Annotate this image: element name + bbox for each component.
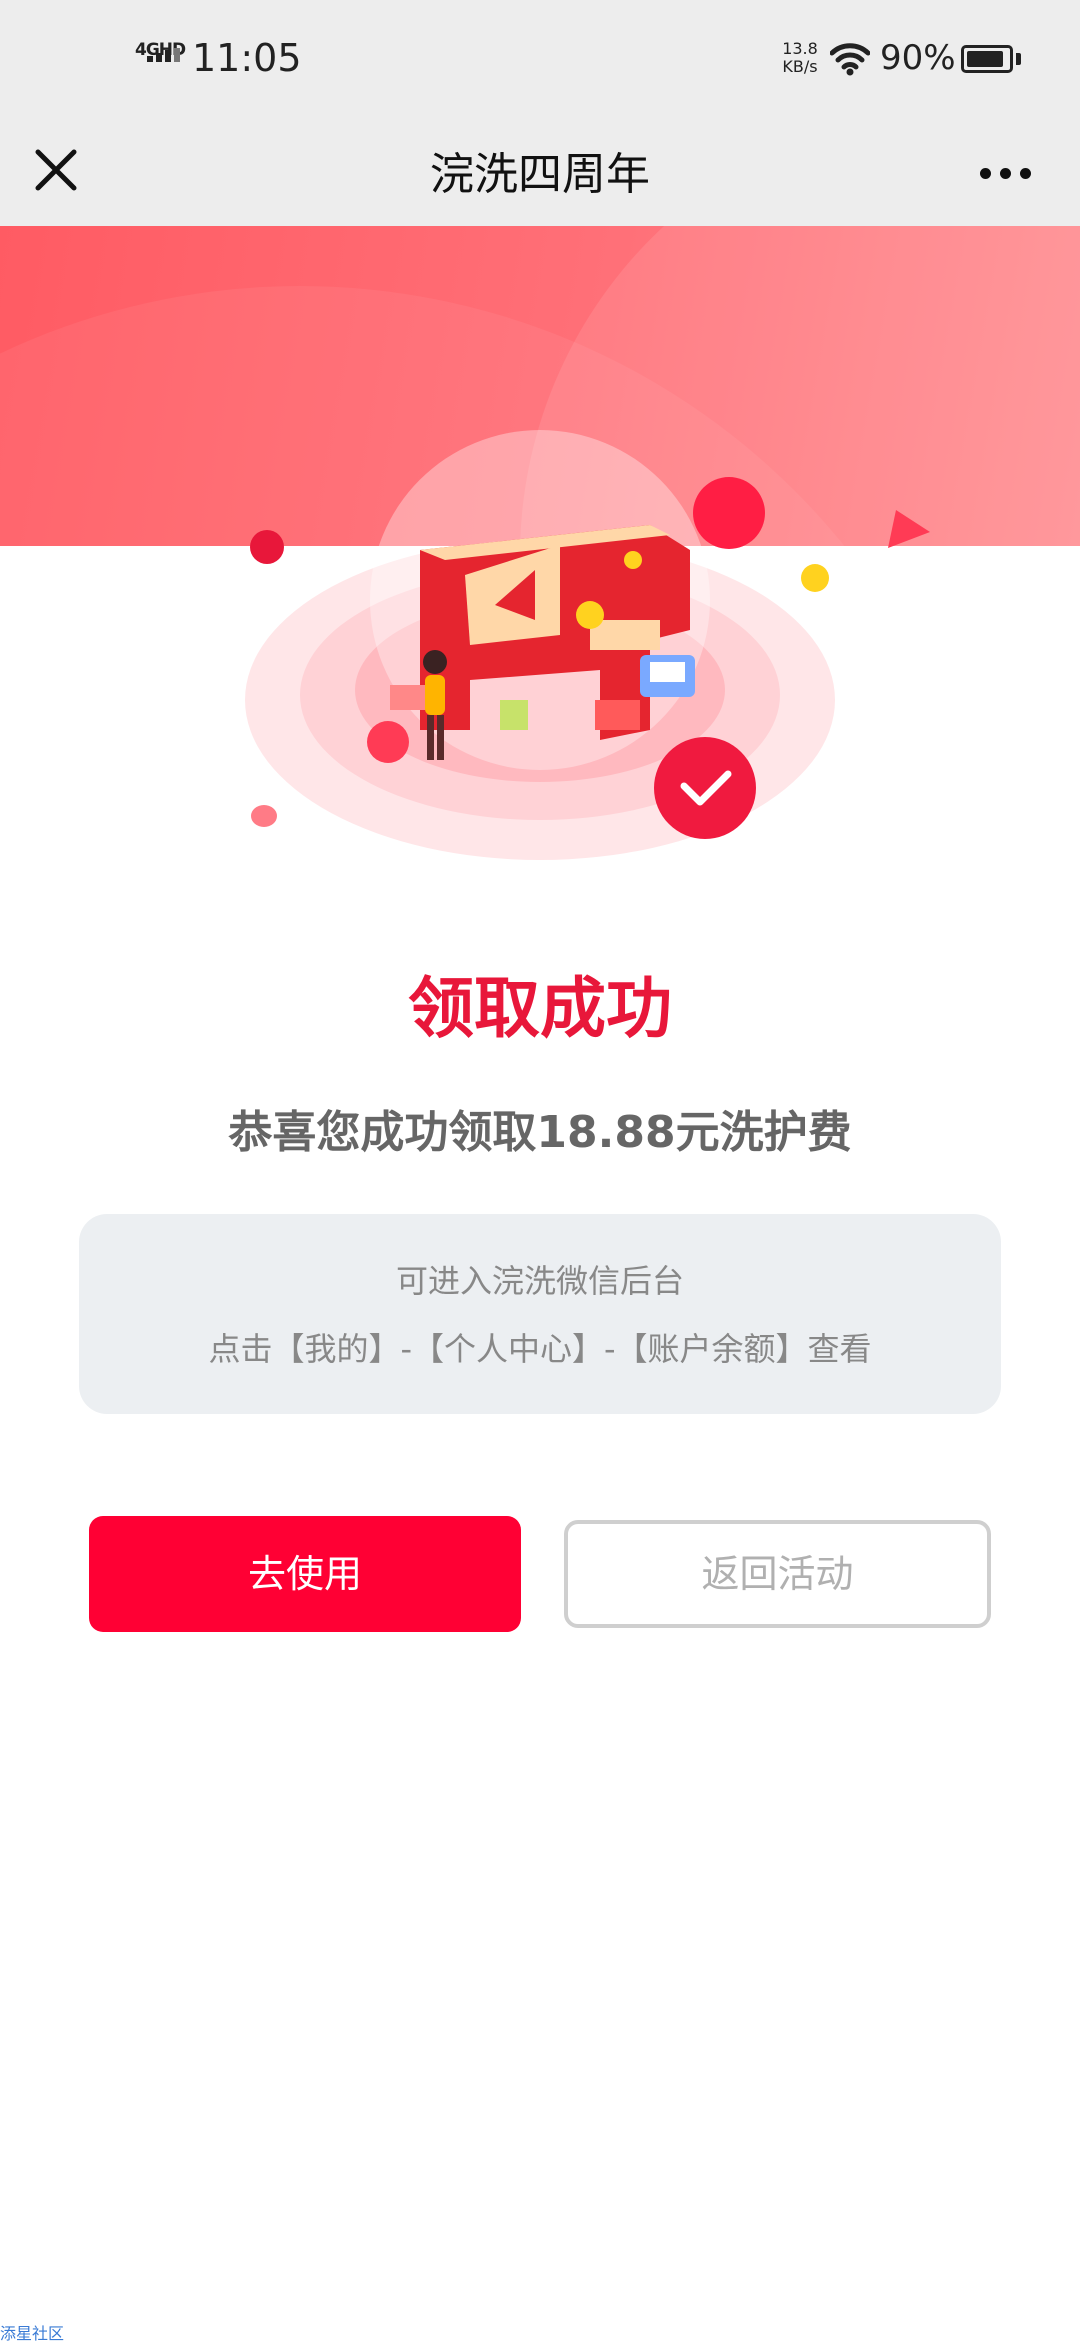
info-box: 可进入浣洗微信后台 点击【我的】-【个人中心】-【账户余额】查看 [79,1214,1001,1414]
back-to-activity-button[interactable]: 返回活动 [564,1520,991,1628]
status-time: 11:05 [192,36,302,80]
battery-icon [961,45,1013,73]
page-title: 浣洗四周年 [430,149,650,200]
more-dots-icon [1020,168,1031,179]
network-speed: 13.8 KB/s [778,40,822,76]
battery-fill [967,51,1003,67]
info-line-1: 可进入浣洗微信后台 [395,1262,684,1300]
more-dots-icon [980,168,991,179]
hero-illustration: 4 [230,430,870,870]
battery-percent: 90% [880,38,956,78]
cellular-signal-icon: 4GHD [135,40,186,76]
success-description: 恭喜您成功领取18.88元洗护费 [228,1107,852,1158]
use-now-button[interactable]: 去使用 [89,1516,521,1632]
network-speed-value: 13.8 [782,39,818,58]
status-bar: 4GHD 11:05 13.8 KB/s 90% [0,0,1080,120]
wifi-icon [830,43,870,76]
network-speed-unit: KB/s [782,57,818,76]
more-button[interactable] [970,140,1040,200]
watermark-text: 添星社区 [0,2324,65,2343]
check-icon [654,737,756,839]
decor-triangle-icon [888,510,930,548]
close-icon [35,149,77,191]
info-line-2: 点击【我的】-【个人中心】-【账户余额】查看 [208,1330,872,1368]
nav-bar: 浣洗四周年 [0,120,1080,226]
battery-tip [1016,53,1021,65]
close-button[interactable] [24,138,88,202]
success-title: 领取成功 [408,970,672,1047]
more-dots-icon [1000,168,1011,179]
